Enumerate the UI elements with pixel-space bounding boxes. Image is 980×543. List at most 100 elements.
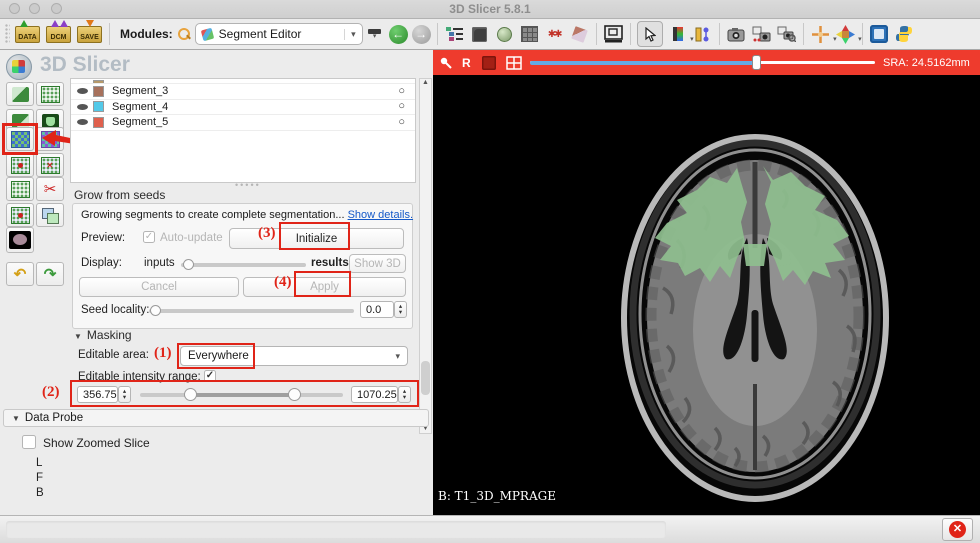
intensity-range-slider[interactable] [140,393,343,397]
segment-status-icon[interactable]: ○ [398,101,405,112]
display-slider[interactable] [181,263,306,267]
screenshot-icon[interactable] [726,24,747,45]
seed-locality-value[interactable]: 0.0 [360,301,394,318]
crop-volume-icon[interactable] [519,24,540,45]
module-search-icon[interactable] [177,27,191,41]
effect-smoothing-button[interactable] [6,177,34,201]
effect-scissors-button[interactable]: ✂ [36,177,64,201]
undo-button[interactable]: ↶ [6,262,34,286]
annotations-pen-icon[interactable] [569,24,590,45]
seed-locality-stepper[interactable]: ▴ ▾ [394,301,407,318]
splitter-handle[interactable]: ••••• [235,180,261,190]
masking-title: ▼Masking [74,328,132,342]
segment-name[interactable]: Segment_5 [112,116,168,128]
seed-locality-slider[interactable] [149,309,354,313]
volume-rendering-icon[interactable] [469,24,490,45]
segment-status-icon[interactable]: ○ [398,117,405,128]
intensity-max-stepper[interactable]: ▴ ▾ [398,386,411,403]
error-log-button[interactable]: ✕ [942,518,973,541]
capture-review-icon[interactable] [776,24,797,45]
effect-threshold-button[interactable] [6,82,34,106]
module-forward-button[interactable]: → [412,25,431,44]
segment-color-swatch[interactable] [93,86,104,97]
pin-icon[interactable] [439,56,453,70]
intensity-min-stepper[interactable]: ▴ ▾ [118,386,131,403]
red-slice-viewport[interactable]: B: T1_3D_MPRAGE [433,75,980,515]
scroll-up-icon[interactable]: ▲ [422,79,429,86]
intensity-range-checkbox[interactable]: ✓ [204,370,216,382]
segment-row[interactable]: Segment_3 ○ [71,84,415,100]
collapse-triangle-icon[interactable]: ▼ [12,414,20,423]
effect-grow-from-seeds-button[interactable] [6,127,34,151]
effect-margin-button[interactable] [6,153,34,177]
markups-icon[interactable]: ✱✱ [544,24,565,45]
extensions-manager-icon[interactable] [869,24,890,45]
seed-locality-slider-handle[interactable] [150,305,161,316]
segment-color-swatch[interactable] [93,101,104,112]
data-probe-header[interactable]: ▼ Data Probe [3,409,429,427]
range-max-handle[interactable] [288,388,301,401]
redo-button[interactable]: ↷ [36,262,64,286]
layout-selector-icon[interactable] [603,24,624,45]
module-history-button[interactable]: ▾ [366,26,384,42]
show-details-link[interactable]: Show details. [348,209,413,221]
effect-level-tracing-button[interactable] [36,82,64,106]
slice-intersections-icon[interactable]: ▾ [835,24,856,45]
toolbar-separator [596,23,597,45]
visibility-eye-icon[interactable] [77,118,89,126]
window-level-icon[interactable]: ▾ [667,24,688,45]
save-icon[interactable]: SAVE [77,26,102,43]
effect-logical-operators-button[interactable] [36,203,64,227]
cancel-button[interactable]: Cancel [79,277,239,297]
segment-color-swatch[interactable] [93,80,104,83]
probe-axis-f: F [36,472,43,484]
slice-orientation-label[interactable]: R [462,56,471,70]
probe-axis-b: B [36,487,44,499]
segment-status-icon[interactable]: ○ [398,86,405,97]
module-selector[interactable]: Segment Editor ▾ [195,23,363,45]
auto-update-label: Auto-update [160,232,223,244]
segment-name[interactable]: Segment_3 [112,85,168,97]
segment-row[interactable]: Segment_4 ○ [71,100,415,116]
python-console-icon[interactable] [894,24,915,45]
scrollbar-thumb[interactable] [421,361,430,395]
spin-down-icon[interactable]: ▾ [123,395,126,401]
auto-update-checkbox[interactable]: ✓ [143,231,155,243]
display-slider-handle[interactable] [183,259,194,270]
spin-down-icon[interactable]: ▾ [403,395,406,401]
apply-button[interactable]: Apply [243,277,406,297]
slice-visibility-icon[interactable] [482,56,496,70]
show-zoomed-slice-checkbox[interactable] [22,435,36,449]
slice-layout-grid-icon[interactable] [506,56,522,70]
segment-name[interactable]: Segment_4 [112,101,168,113]
segmentation-sphere-icon[interactable] [494,24,515,45]
slice-slider-handle[interactable] [752,55,761,70]
dicom-icon[interactable]: DCM [46,26,71,43]
crosshair-icon[interactable]: ▾ [810,24,831,45]
panel-scrollbar[interactable]: ▲ ▼ [419,78,432,434]
module-list-icon[interactable] [444,24,465,45]
load-data-icon[interactable]: DATA [15,26,40,43]
segment-row[interactable]: Segment_5 ○ [71,115,415,131]
intensity-min-value[interactable]: 356.75 [77,386,118,403]
visibility-eye-icon[interactable] [77,87,89,95]
mouse-interaction-button[interactable] [637,21,663,47]
scene-capture-icon[interactable] [751,24,772,45]
collapse-triangle-icon[interactable]: ▼ [74,332,82,341]
ruler-measure-icon[interactable] [692,24,713,45]
range-selected-track [188,393,292,397]
slicer-window: 3D Slicer 5.8.1 DATA DCM SAVE Modules: S… [0,0,980,543]
show-3d-button[interactable]: Show 3D [349,254,406,273]
initialize-button[interactable]: Initialize [229,228,404,249]
visibility-eye-icon[interactable] [77,103,89,111]
intensity-max-value[interactable]: 1070.25 [351,386,398,403]
effect-islands-button[interactable] [6,203,34,227]
spin-down-icon[interactable]: ▾ [399,310,402,316]
segment-color-swatch[interactable] [93,117,104,128]
effect-swiss-skull-stripper-button[interactable] [6,227,34,253]
effect-hollow-button[interactable] [36,153,64,177]
slice-offset-slider[interactable] [530,61,875,64]
editable-area-combo[interactable]: Everywhere ▾ [180,346,408,366]
range-min-handle[interactable] [184,388,197,401]
module-back-button[interactable]: ← [389,25,408,44]
